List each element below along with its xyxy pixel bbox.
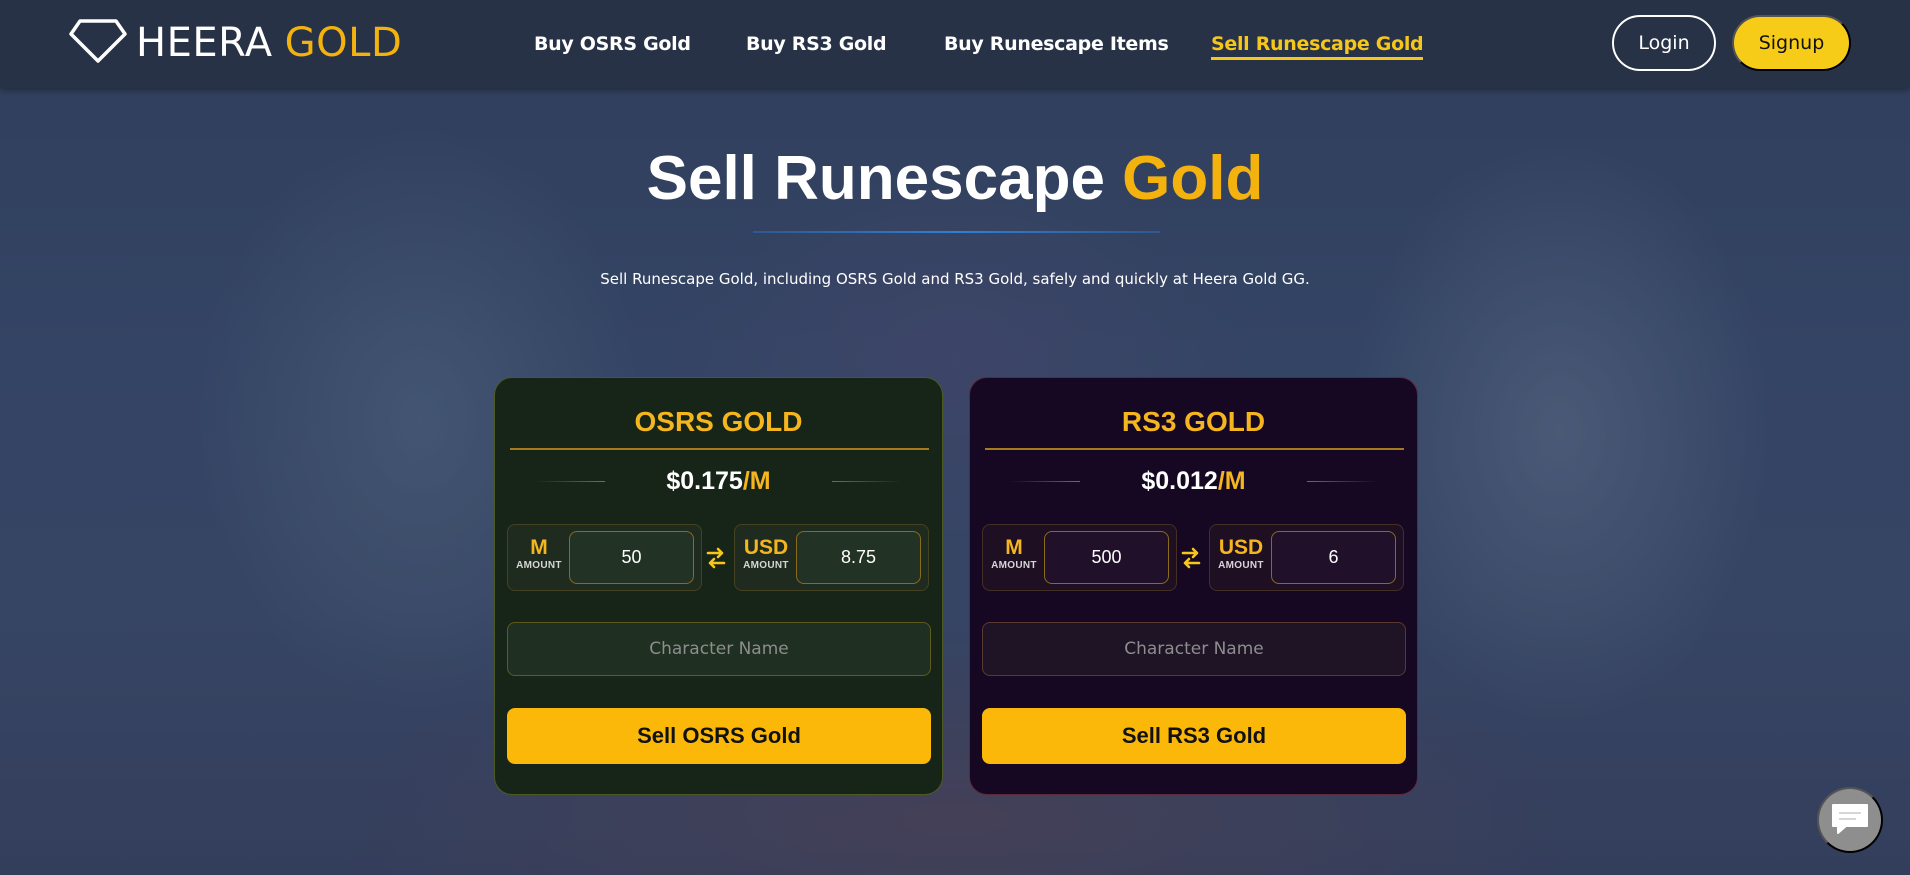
unit-caption: AMOUNT (1218, 560, 1264, 571)
price-value: $0.175 (666, 467, 743, 495)
price-unit: /M (1217, 467, 1246, 495)
site-header: HEERA GOLD Buy OSRS Gold Buy RS3 Gold Buy… (0, 0, 1910, 88)
gold-amount-box: M AMOUNT (982, 524, 1177, 591)
signup-button[interactable]: Signup (1732, 15, 1851, 71)
diamond-icon (68, 18, 128, 69)
unit-label: M (530, 536, 548, 559)
unit-caption: AMOUNT (516, 560, 562, 571)
logo-text-part2: GOLD (284, 20, 403, 66)
card-title: RS3 GOLD (1121, 406, 1266, 437)
gold-amount-input[interactable] (1044, 531, 1169, 584)
usd-amount-input[interactable] (796, 531, 921, 584)
usd-amount-label: USD AMOUNT (1210, 537, 1272, 573)
card-divider (510, 448, 929, 450)
chat-bubble-icon (1830, 802, 1870, 839)
nav-buy-runescape-items[interactable]: Buy Runescape Items (944, 33, 1169, 55)
gold-amount-box: M AMOUNT (507, 524, 702, 591)
price-per-million: $0.175/M (495, 467, 942, 496)
swap-arrows-icon[interactable] (706, 545, 726, 571)
chat-widget-button[interactable] (1817, 787, 1883, 853)
rs3-gold-card: RS3 GOLD $0.012/M M AMOUNT USD AMOUNT Se… (969, 377, 1418, 795)
price-per-million: $0.012/M (970, 467, 1417, 496)
page-title: Sell Runescape Gold (0, 143, 1910, 214)
card-divider (985, 448, 1404, 450)
page-subtitle: Sell Runescape Gold, including OSRS Gold… (600, 270, 1310, 288)
page-title-main: Sell Runescape (646, 144, 1105, 213)
nav-sell-runescape-gold[interactable]: Sell Runescape Gold (1211, 33, 1424, 60)
character-name-input[interactable] (507, 622, 931, 676)
sell-osrs-gold-button[interactable]: Sell OSRS Gold (507, 708, 931, 764)
card-title: OSRS GOLD (634, 406, 803, 437)
usd-amount-box: USD AMOUNT (1209, 524, 1404, 591)
logo-text: HEERA GOLD (136, 20, 402, 66)
gold-amount-label: M AMOUNT (508, 537, 570, 573)
price-value: $0.012 (1141, 467, 1218, 495)
unit-label: USD (743, 536, 789, 559)
usd-amount-input[interactable] (1271, 531, 1396, 584)
unit-label: M (1005, 536, 1023, 559)
sell-rs3-gold-button[interactable]: Sell RS3 Gold (982, 708, 1406, 764)
gold-amount-input[interactable] (569, 531, 694, 584)
logo-text-part1: HEERA (136, 20, 273, 66)
usd-amount-label: USD AMOUNT (735, 537, 797, 573)
hero-background (0, 0, 1910, 875)
login-button[interactable]: Login (1612, 15, 1716, 71)
unit-label: USD (1218, 536, 1264, 559)
nav-buy-osrs-gold[interactable]: Buy OSRS Gold (534, 33, 691, 55)
gold-amount-label: M AMOUNT (983, 537, 1045, 573)
swap-arrows-icon[interactable] (1181, 545, 1201, 571)
nav-buy-rs3-gold[interactable]: Buy RS3 Gold (746, 33, 887, 55)
unit-caption: AMOUNT (743, 560, 789, 571)
logo[interactable]: HEERA GOLD (68, 18, 402, 68)
page-title-accent: Gold (1122, 144, 1264, 213)
osrs-gold-card: OSRS GOLD $0.175/M M AMOUNT USD AMOUNT S… (494, 377, 943, 795)
unit-caption: AMOUNT (991, 560, 1037, 571)
price-unit: /M (742, 467, 771, 495)
usd-amount-box: USD AMOUNT (734, 524, 929, 591)
title-divider (753, 231, 1160, 233)
character-name-input[interactable] (982, 622, 1406, 676)
